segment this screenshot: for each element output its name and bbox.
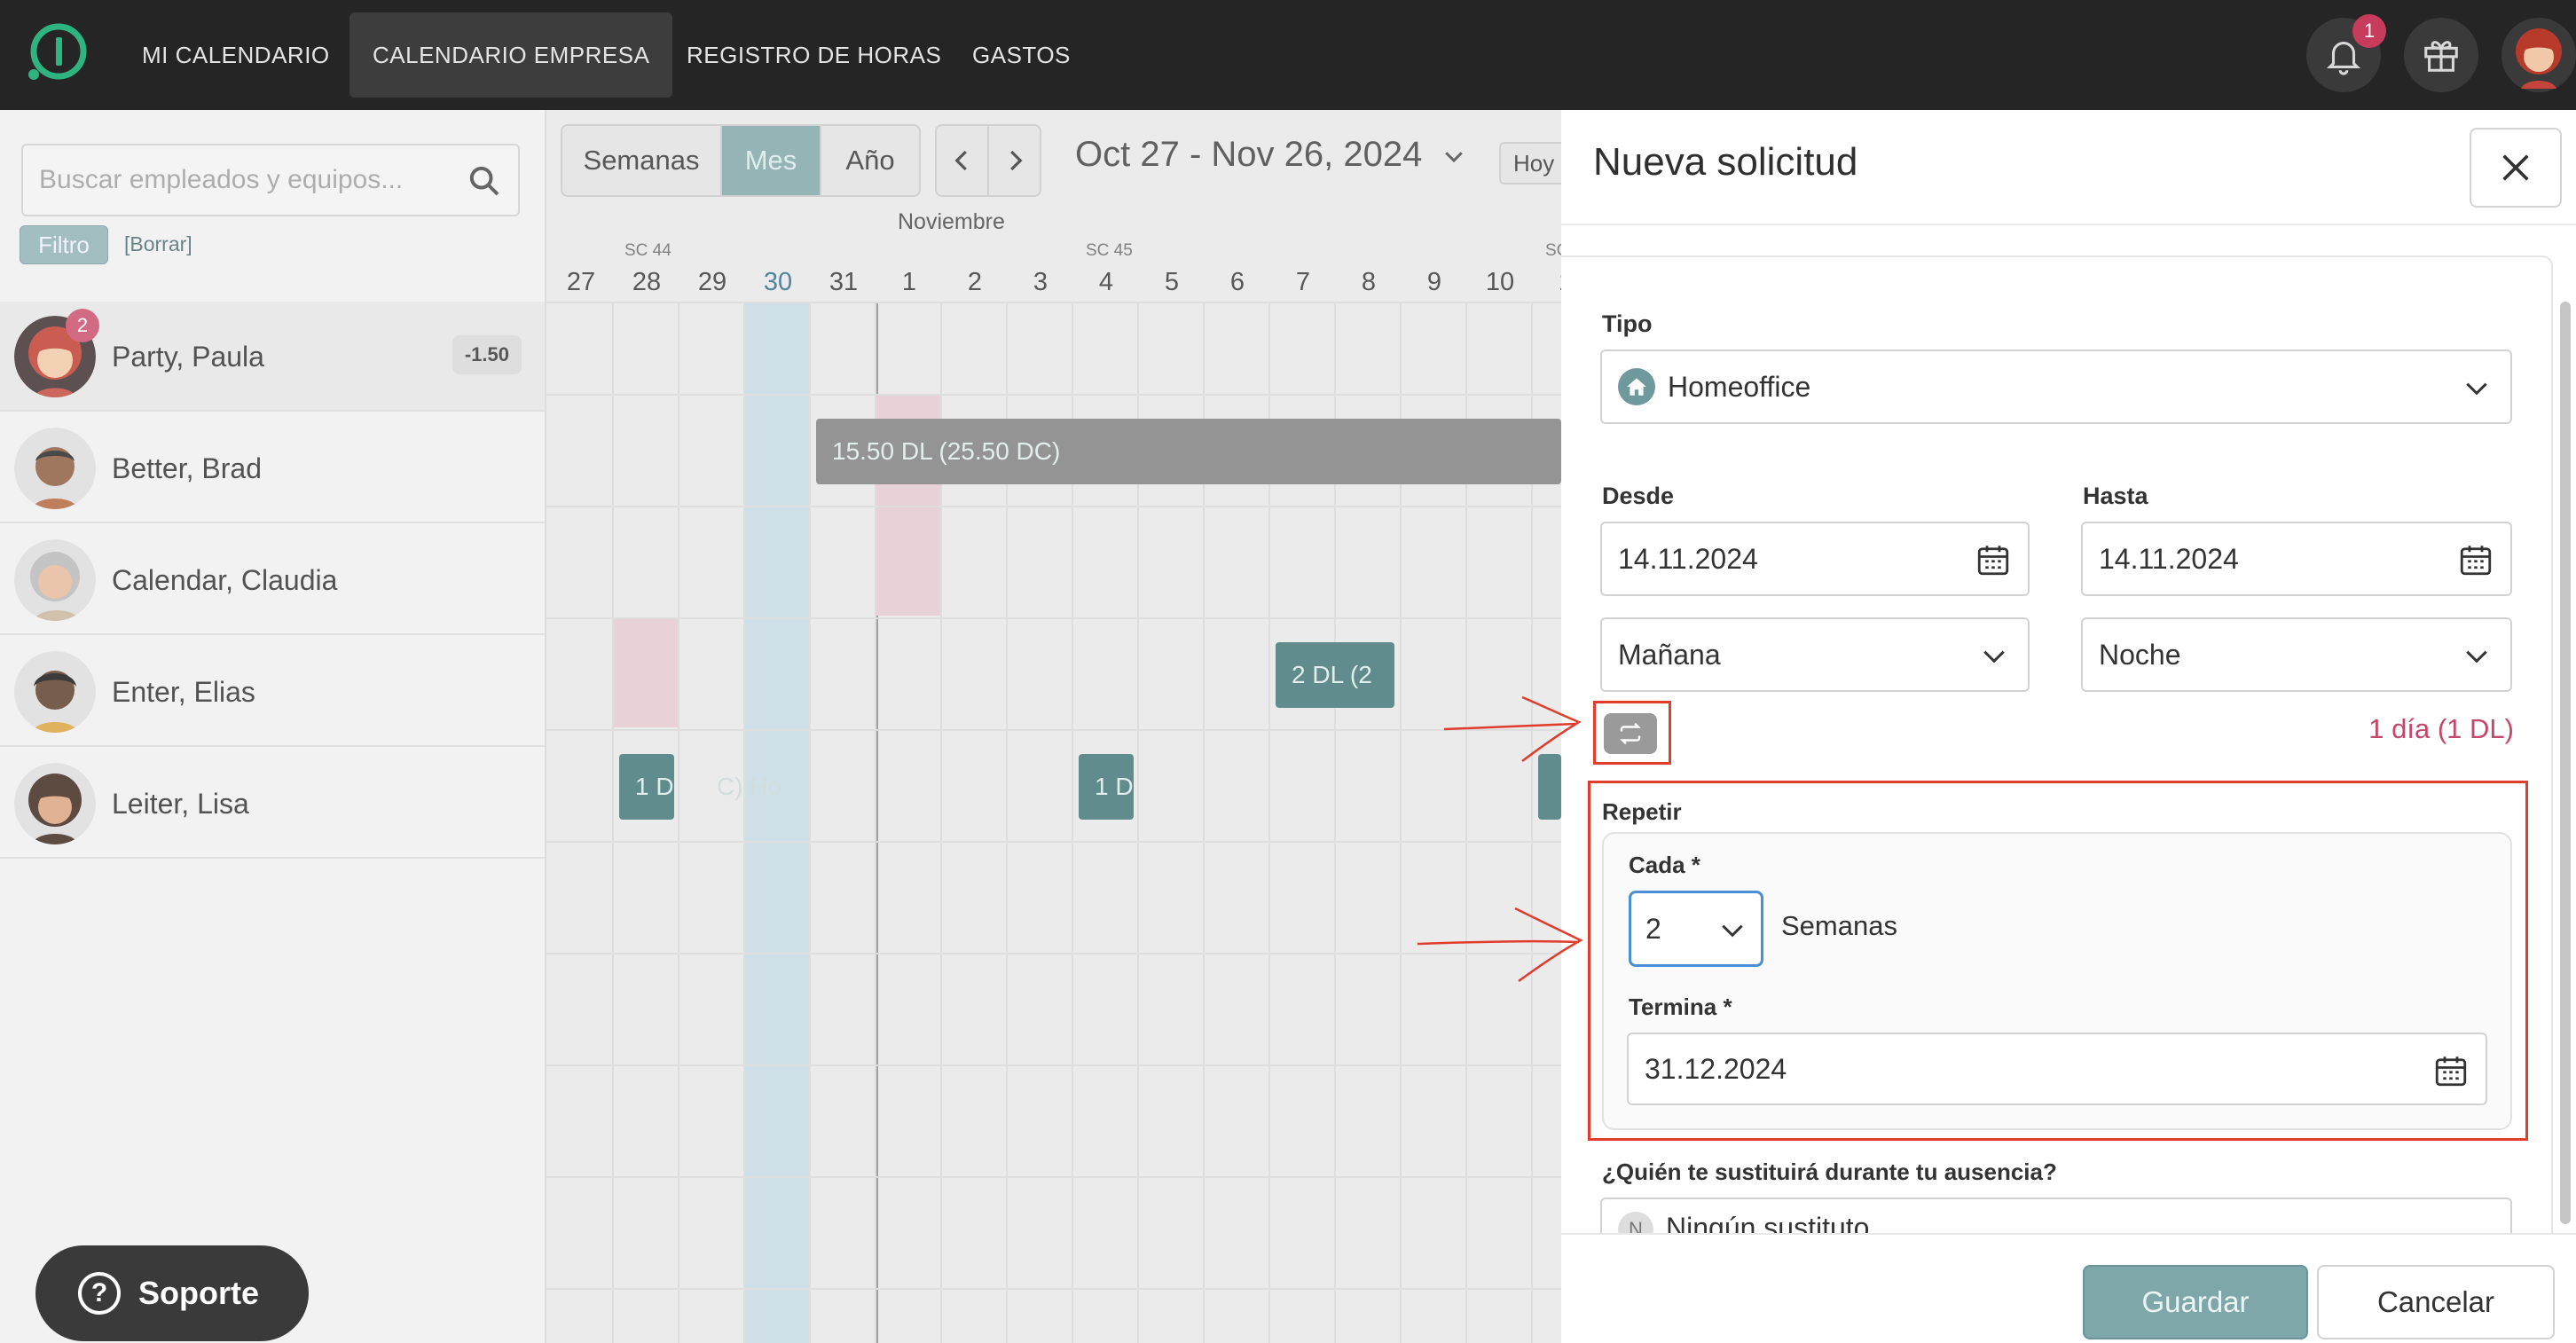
repeat-icon — [1620, 722, 1641, 745]
duration-summary: 1 día (1 DL) — [2368, 713, 2514, 744]
termina-date-value: 31.12.2024 — [1645, 1052, 1787, 1085]
cancel-button[interactable]: Cancelar — [2317, 1265, 2555, 1339]
dialog-title: Nueva solicitud — [1593, 140, 1858, 184]
nav-gastos[interactable]: GASTOS — [949, 12, 1094, 98]
repeat-toggle-button[interactable] — [1604, 713, 1657, 754]
user-avatar-icon — [2501, 18, 2576, 92]
nav-mi-calendario[interactable]: MI CALENDARIO — [119, 12, 353, 98]
hasta-label: Hasta — [2083, 483, 2148, 509]
top-navigation: MI CALENDARIO CALENDARIO EMPRESA REGISTR… — [0, 0, 2576, 110]
notification-badge: 1 — [2352, 14, 2386, 48]
chevron-down-icon — [1983, 650, 2005, 664]
chevron-down-icon — [2466, 382, 2487, 396]
gift-button[interactable] — [2404, 18, 2478, 92]
support-button[interactable]: ? Soporte — [35, 1245, 309, 1341]
calendar-icon[interactable] — [1975, 541, 2012, 578]
save-button[interactable]: Guardar — [2083, 1265, 2308, 1339]
chevron-down-icon — [2466, 650, 2487, 664]
support-label: Soporte — [138, 1275, 260, 1311]
calendar-icon[interactable] — [2432, 1052, 2470, 1089]
desde-date-field[interactable]: 14.11.2024 — [1600, 522, 2030, 596]
desde-label: Desde — [1602, 483, 1675, 509]
cada-unit: Semanas — [1781, 910, 1897, 941]
termina-label: Termina * — [1629, 994, 1732, 1020]
modal-backdrop[interactable] — [0, 110, 1561, 1343]
tipo-select[interactable]: Homeoffice — [1600, 349, 2512, 424]
chevron-down-icon — [1722, 924, 1743, 938]
termina-date-field[interactable]: 31.12.2024 — [1627, 1033, 2487, 1105]
tipo-label: Tipo — [1602, 310, 1653, 337]
desde-date-value: 14.11.2024 — [1618, 542, 1758, 575]
user-avatar[interactable] — [2501, 18, 2576, 92]
nav-calendario-empresa[interactable]: CALENDARIO EMPRESA — [349, 12, 673, 98]
desde-time-select[interactable]: Mañana — [1600, 617, 2030, 692]
annotation-arrow — [1443, 695, 1582, 763]
cada-label: Cada * — [1629, 852, 1700, 878]
desde-time-value: Mañana — [1618, 638, 1721, 671]
help-icon: ? — [78, 1272, 121, 1315]
hasta-date-value: 14.11.2024 — [2099, 542, 2239, 575]
form-scrollbar[interactable] — [2560, 302, 2571, 1224]
notifications-button[interactable]: 1 — [2306, 14, 2386, 92]
calendar-icon[interactable] — [2457, 541, 2494, 578]
close-button[interactable] — [2470, 128, 2562, 208]
hasta-time-select[interactable]: Noche — [2081, 617, 2512, 692]
sustituto-label: ¿Quién te sustituirá durante tu ausencia… — [1602, 1158, 2057, 1185]
cada-value: 2 — [1645, 912, 1661, 945]
hasta-time-value: Noche — [2099, 638, 2181, 671]
gift-icon — [2424, 41, 2458, 72]
repetir-label: Repetir — [1602, 798, 1682, 825]
dialog-header-divider — [1561, 224, 2576, 225]
app-logo-icon[interactable] — [25, 21, 89, 85]
new-request-dialog: Nueva solicitud Tipo Homeoffice Desde Ha… — [1561, 110, 2576, 1343]
hasta-date-field[interactable]: 14.11.2024 — [2081, 522, 2512, 596]
home-icon — [1618, 368, 1655, 405]
tipo-value: Homeoffice — [1668, 370, 1811, 403]
close-icon — [2502, 154, 2529, 181]
nav-registro-de-horas[interactable]: REGISTRO DE HORAS — [664, 12, 964, 98]
cada-select[interactable]: 2 — [1629, 891, 1763, 967]
annotation-arrow — [1417, 907, 1583, 983]
